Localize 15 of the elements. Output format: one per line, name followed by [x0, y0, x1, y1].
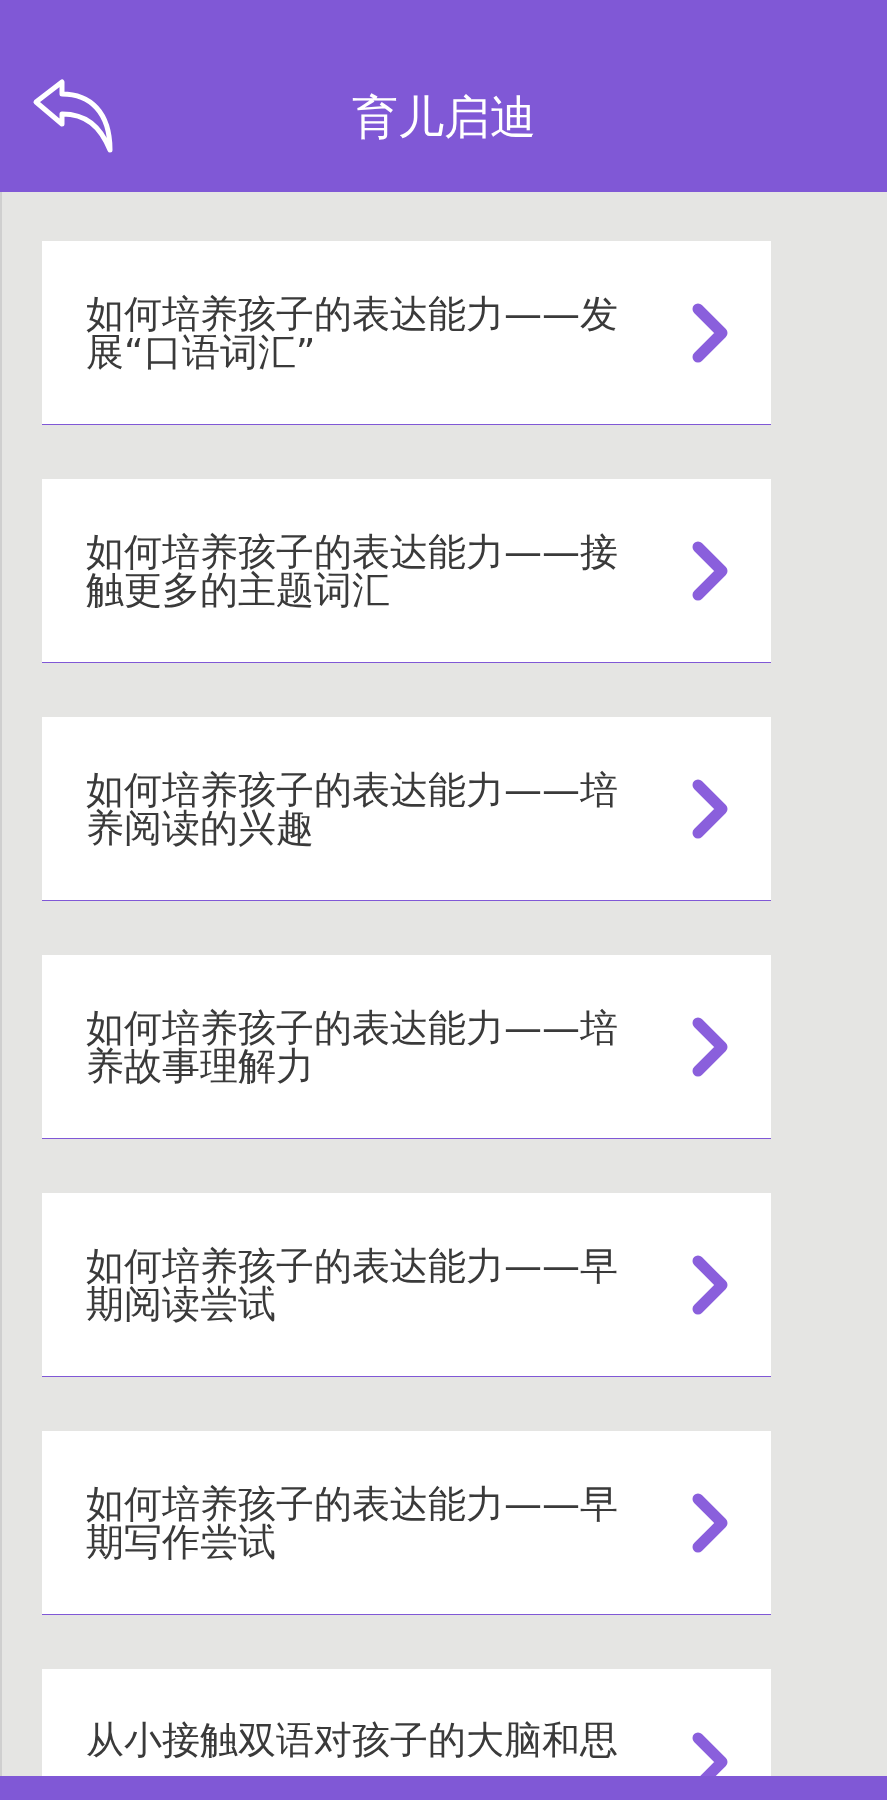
article-item[interactable]: 从小接触双语对孩子的大脑和思 [42, 1669, 771, 1776]
article-item[interactable]: 如何培养孩子的表达能力——培养阅读的兴趣 [42, 717, 771, 901]
chevron-right-icon [691, 777, 729, 840]
article-item[interactable]: 如何培养孩子的表达能力——早期阅读尝试 [42, 1193, 771, 1377]
article-item[interactable]: 如何培养孩子的表达能力——接触更多的主题词汇 [42, 479, 771, 663]
chevron-right-icon [691, 1491, 729, 1554]
chevron-right-icon [691, 1015, 729, 1078]
article-item[interactable]: 如何培养孩子的表达能力——早期写作尝试 [42, 1431, 771, 1615]
chevron-right-icon [691, 1253, 729, 1316]
article-item[interactable]: 如何培养孩子的表达能力——发展“口语词汇” [42, 241, 771, 425]
chevron-right-icon [691, 301, 729, 364]
article-item[interactable]: 如何培养孩子的表达能力——培养故事理解力 [42, 955, 771, 1139]
chevron-right-icon [691, 1731, 729, 1776]
chevron-right-icon [691, 539, 729, 602]
page-title: 育儿启迪 [351, 89, 536, 146]
